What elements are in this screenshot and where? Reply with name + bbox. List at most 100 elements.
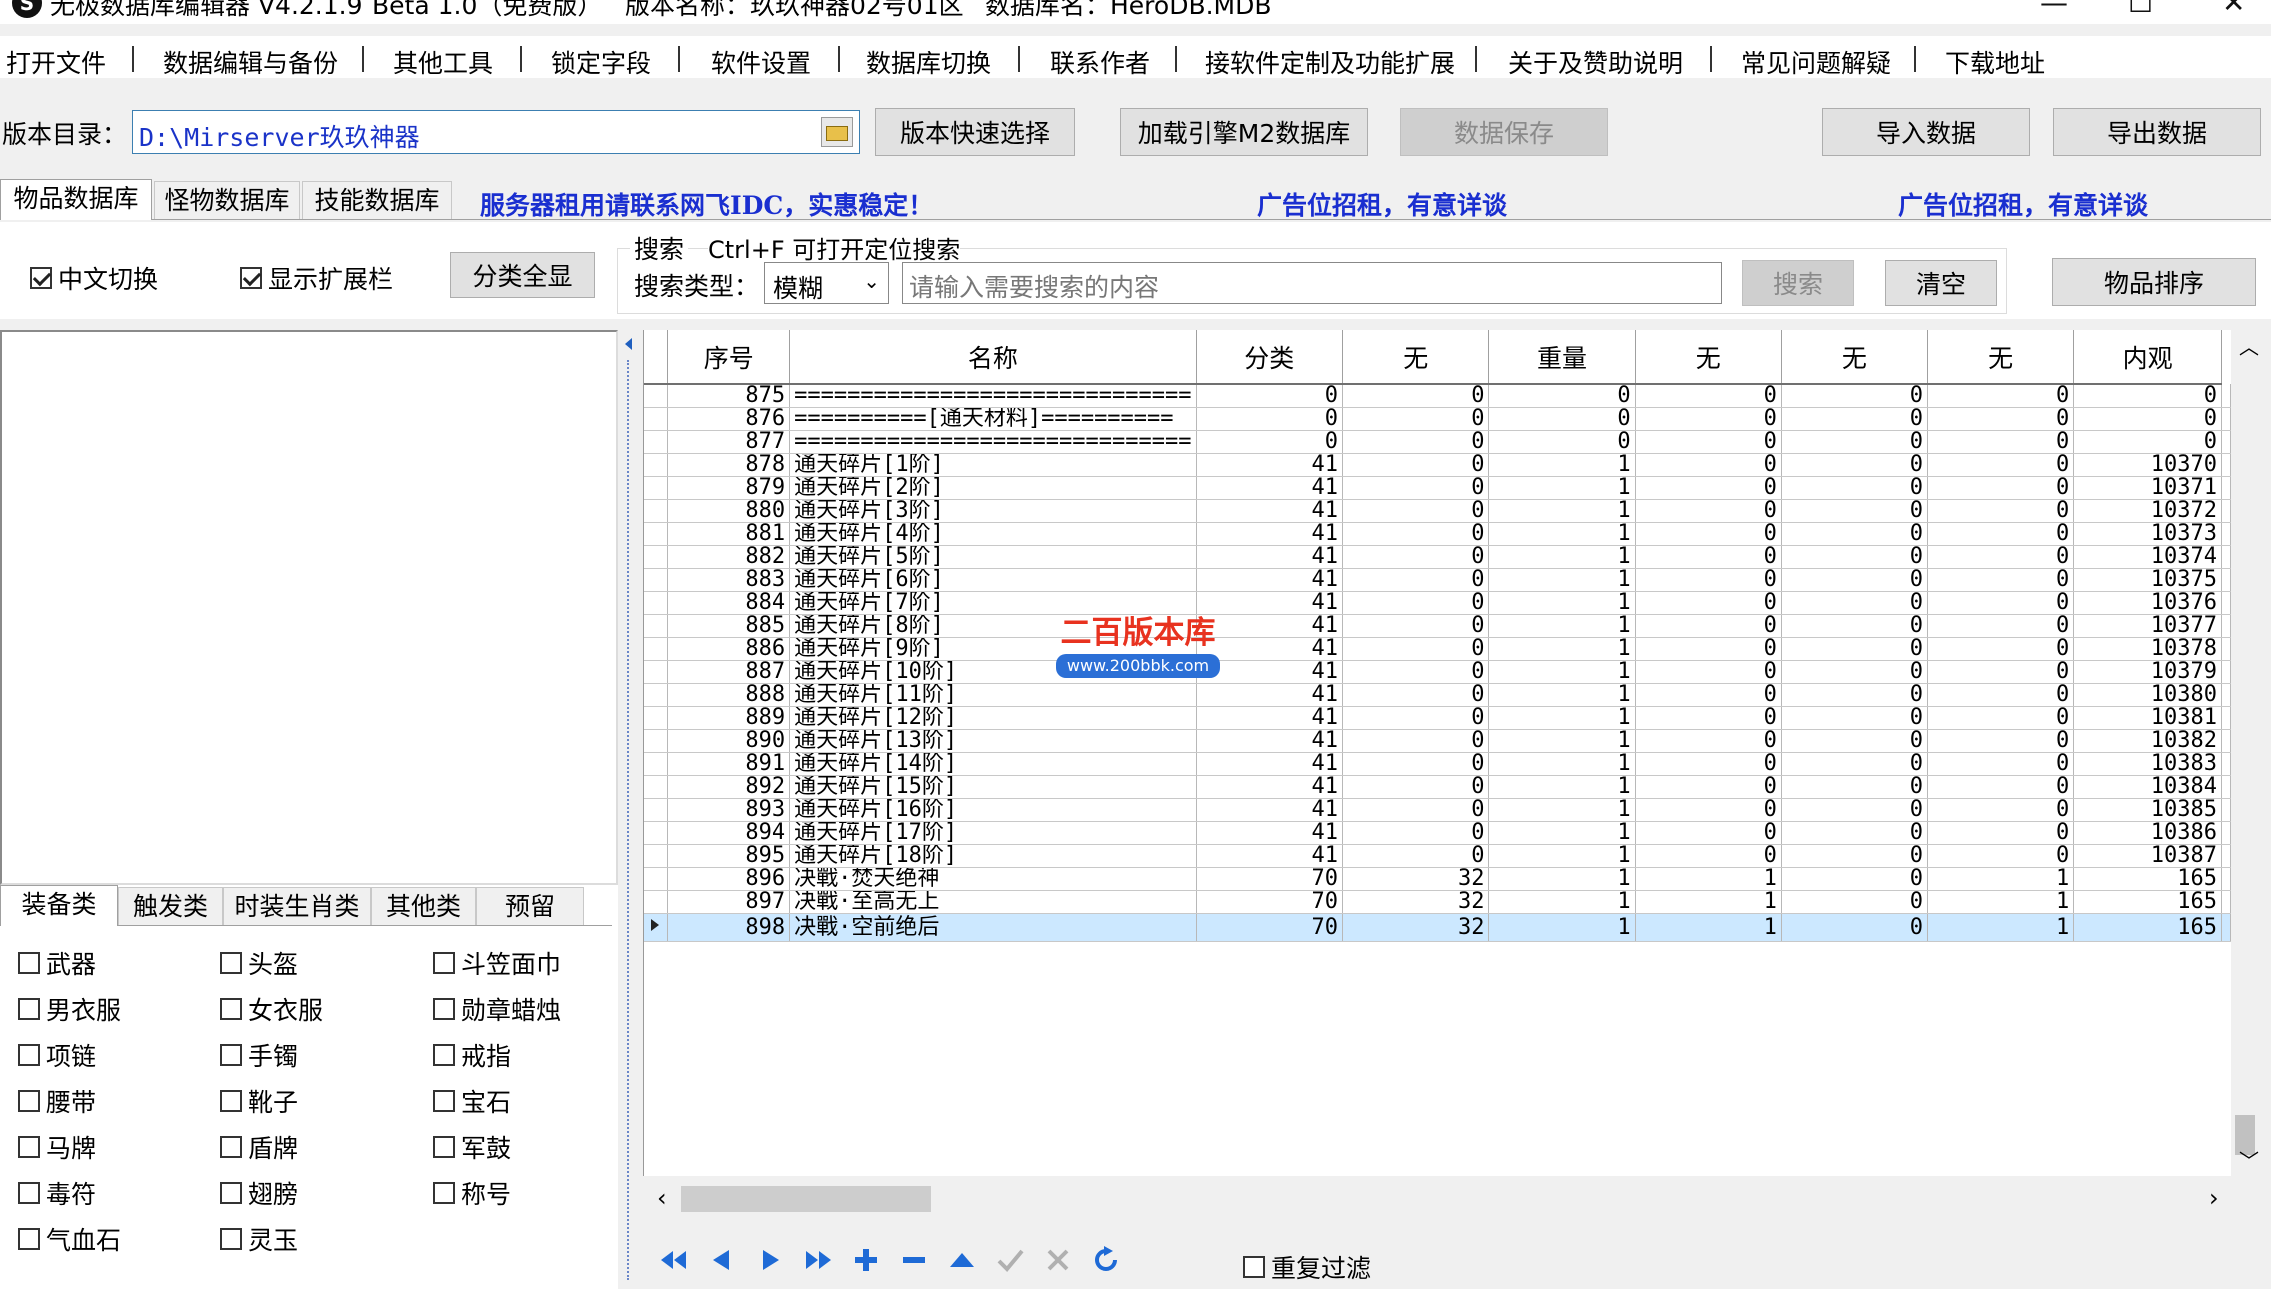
cell-none-3[interactable]: 0 <box>1781 660 1929 684</box>
cell-none-3[interactable]: 0 <box>1781 545 1929 569</box>
cell-look[interactable]: 10379 <box>2073 660 2222 684</box>
cell-category[interactable]: 41 <box>1196 545 1343 569</box>
cat-tab-fashion[interactable]: 时装生肖类 <box>223 887 371 925</box>
cell-id[interactable]: 883 <box>667 568 791 592</box>
cell-none-4[interactable]: 0 <box>1927 476 2075 500</box>
cell-none-2[interactable]: 0 <box>1635 844 1782 868</box>
cell-weight[interactable]: 1 <box>1488 499 1636 523</box>
cell-look[interactable]: 10378 <box>2073 637 2222 661</box>
cell-category[interactable]: 0 <box>1196 430 1343 454</box>
table-row[interactable]: 891 通天碎片[14阶] 41 0 1 0 0 0 10383 <box>644 752 2231 776</box>
cell-none-3[interactable]: 0 <box>1781 798 1929 822</box>
col-header-category[interactable]: 分类 <box>1196 330 1343 385</box>
cell-none-2[interactable]: 0 <box>1635 637 1782 661</box>
cell-name[interactable]: 通天碎片[1阶] <box>789 453 1197 477</box>
row-indicator[interactable] <box>644 545 669 569</box>
cell-name[interactable]: 通天碎片[14阶] <box>789 752 1197 776</box>
cell-none-1[interactable]: 0 <box>1342 660 1490 684</box>
cat-belt[interactable]: 腰带 <box>18 1083 96 1119</box>
cell-category[interactable]: 41 <box>1196 568 1343 592</box>
cell-none-1[interactable]: 0 <box>1342 637 1490 661</box>
cell-look[interactable]: 10376 <box>2073 591 2222 615</box>
duplicate-filter-checkbox[interactable]: 重复过滤 <box>1243 1249 1371 1285</box>
cell-look[interactable]: 165 <box>2073 913 2222 942</box>
cell-id[interactable]: 885 <box>667 614 791 638</box>
cat-necklace[interactable]: 项链 <box>18 1037 96 1073</box>
cell-look[interactable]: 10382 <box>2073 729 2222 753</box>
row-indicator[interactable] <box>644 867 669 891</box>
cell-weight[interactable]: 1 <box>1488 913 1636 942</box>
menu-other-tools[interactable]: 其他工具 <box>393 44 493 80</box>
cell-category[interactable]: 41 <box>1196 775 1343 799</box>
row-indicator[interactable] <box>644 706 669 730</box>
cell-none-3[interactable]: 0 <box>1781 453 1929 477</box>
table-row[interactable]: 879 通天碎片[2阶] 41 0 1 0 0 0 10371 <box>644 476 2231 500</box>
cell-id[interactable]: 896 <box>667 867 791 891</box>
menu-custom-dev[interactable]: 接软件定制及功能扩展 <box>1205 44 1455 80</box>
cell-weight[interactable]: 1 <box>1488 729 1636 753</box>
search-input[interactable]: 请输入需要搜索的内容 <box>902 262 1722 304</box>
cell-none-4[interactable]: 0 <box>1927 591 2075 615</box>
cell-none-4[interactable]: 0 <box>1927 844 2075 868</box>
cell-none-2[interactable]: 0 <box>1635 568 1782 592</box>
cat-wings[interactable]: 翅膀 <box>220 1175 298 1211</box>
cell-none-4[interactable]: 0 <box>1927 453 2075 477</box>
cell-none-3[interactable]: 0 <box>1781 913 1929 942</box>
cell-none-1[interactable]: 0 <box>1342 499 1490 523</box>
search-button[interactable]: 搜索 <box>1742 260 1854 306</box>
cell-none-1[interactable]: 0 <box>1342 683 1490 707</box>
search-type-select[interactable]: 模糊 ⌄ <box>764 262 889 304</box>
maximize-button[interactable]: ☐ <box>2128 0 2153 19</box>
cell-none-4[interactable]: 0 <box>1927 660 2075 684</box>
cell-none-1[interactable]: 0 <box>1342 522 1490 546</box>
cell-id[interactable]: 898 <box>667 913 791 942</box>
col-header-weight[interactable]: 重量 <box>1488 330 1636 385</box>
cell-category[interactable]: 41 <box>1196 706 1343 730</box>
clear-button[interactable]: 清空 <box>1885 260 1997 306</box>
table-row[interactable]: 887 通天碎片[10阶] 41 0 1 0 0 0 10379 <box>644 660 2231 684</box>
menu-open-file[interactable]: 打开文件 <box>6 44 106 80</box>
cell-none-4[interactable]: 0 <box>1927 775 2075 799</box>
cell-id[interactable]: 890 <box>667 729 791 753</box>
cell-id[interactable]: 879 <box>667 476 791 500</box>
cell-none-1[interactable]: 0 <box>1342 706 1490 730</box>
table-row[interactable]: 895 通天碎片[18阶] 41 0 1 0 0 0 10387 <box>644 844 2231 868</box>
item-sort-button[interactable]: 物品排序 <box>2052 258 2256 306</box>
cell-id[interactable]: 880 <box>667 499 791 523</box>
cell-id[interactable]: 875 <box>667 384 791 408</box>
cell-name[interactable]: 通天碎片[15阶] <box>789 775 1197 799</box>
items-grid[interactable]: 序号 名称 分类 无 重量 无 无 无 内观 875 ==============… <box>643 330 2231 1176</box>
cell-weight[interactable]: 1 <box>1488 453 1636 477</box>
col-header-look[interactable]: 内观 <box>2073 330 2222 385</box>
col-header-none-4[interactable]: 无 <box>1927 330 2075 385</box>
cell-category[interactable]: 41 <box>1196 821 1343 845</box>
refresh-icon[interactable] <box>1091 1245 1121 1275</box>
cell-none-1[interactable]: 0 <box>1342 798 1490 822</box>
cell-none-2[interactable]: 0 <box>1635 614 1782 638</box>
cell-id[interactable]: 878 <box>667 453 791 477</box>
cell-look[interactable]: 10387 <box>2073 844 2222 868</box>
cell-none-2[interactable]: 0 <box>1635 545 1782 569</box>
cell-none-4[interactable]: 0 <box>1927 384 2075 408</box>
cell-none-4[interactable]: 0 <box>1927 407 2075 431</box>
cell-look[interactable]: 10380 <box>2073 683 2222 707</box>
cell-none-4[interactable]: 0 <box>1927 752 2075 776</box>
cell-category[interactable]: 0 <box>1196 384 1343 408</box>
col-header-none-2[interactable]: 无 <box>1635 330 1782 385</box>
cell-look[interactable]: 10372 <box>2073 499 2222 523</box>
cell-weight[interactable]: 1 <box>1488 476 1636 500</box>
cell-weight[interactable]: 1 <box>1488 775 1636 799</box>
cell-look[interactable]: 10377 <box>2073 614 2222 638</box>
cell-category[interactable]: 41 <box>1196 522 1343 546</box>
cat-medal-candle[interactable]: 勋章蜡烛 <box>433 991 561 1027</box>
table-row[interactable]: 889 通天碎片[12阶] 41 0 1 0 0 0 10381 <box>644 706 2231 730</box>
cell-none-4[interactable]: 0 <box>1927 706 2075 730</box>
table-row[interactable]: 890 通天碎片[13阶] 41 0 1 0 0 0 10382 <box>644 729 2231 753</box>
export-data-button[interactable]: 导出数据 <box>2053 108 2261 156</box>
cell-look[interactable]: 0 <box>2073 430 2222 454</box>
cell-weight[interactable]: 1 <box>1488 867 1636 891</box>
menu-about[interactable]: 关于及赞助说明 <box>1508 44 1683 80</box>
cell-name[interactable]: ============================== <box>789 384 1197 408</box>
cell-none-4[interactable]: 0 <box>1927 729 2075 753</box>
cell-none-2[interactable]: 0 <box>1635 683 1782 707</box>
